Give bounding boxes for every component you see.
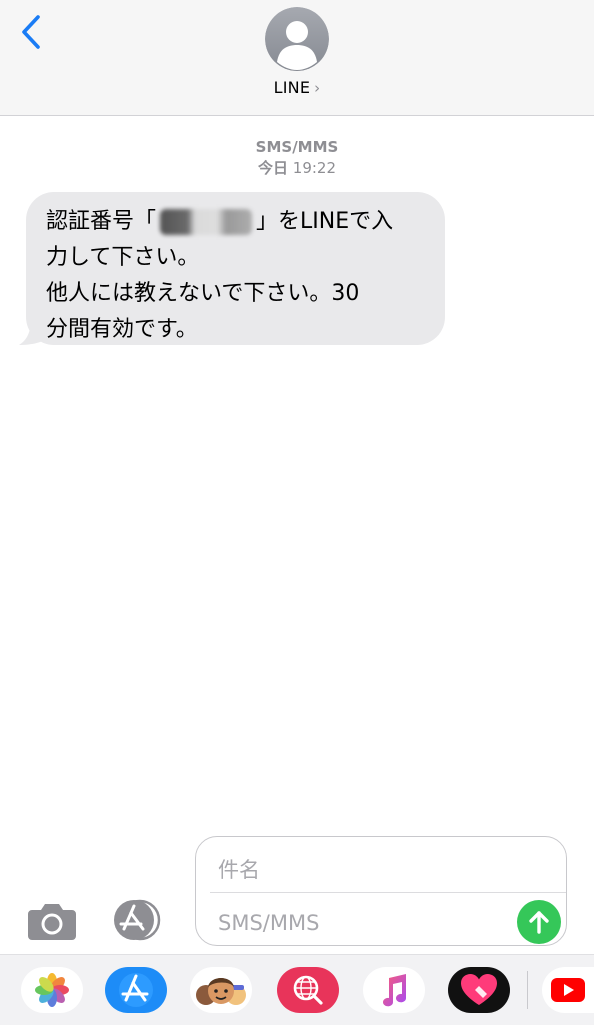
- message-composer: [195, 836, 567, 946]
- chevron-right-icon: ›: [314, 79, 321, 97]
- app-store-icon: [105, 967, 167, 1013]
- contact-name-button[interactable]: LINE ›: [0, 78, 594, 97]
- incoming-message-bubble[interactable]: 認証番号「 」をLINEで入 力して下さい。 他人には教えないで下さい。30 分間…: [26, 192, 445, 345]
- app-search[interactable]: [277, 967, 339, 1013]
- imessage-app-drawer: [0, 954, 594, 1025]
- send-arrow-up-icon: [529, 911, 549, 934]
- redacted-code: [160, 209, 253, 235]
- chevron-left-icon: [22, 15, 40, 49]
- conversation-header: LINE ›: [0, 0, 594, 116]
- back-button[interactable]: [16, 12, 46, 52]
- message-line: 力して下さい。: [46, 245, 200, 270]
- timestamp: 今日 19:22: [0, 157, 594, 178]
- app-memoji[interactable]: [190, 967, 252, 1013]
- app-strip-divider: [527, 971, 528, 1009]
- search-globe-icon: [277, 967, 339, 1013]
- contact-avatar[interactable]: [265, 7, 329, 71]
- camera-icon: [28, 904, 76, 940]
- heart-app-icon: [461, 974, 497, 1005]
- memoji-icon: [196, 978, 246, 1005]
- person-silhouette-icon: [265, 7, 329, 71]
- app-app-store[interactable]: [105, 967, 167, 1013]
- day-label: 今日: [257, 159, 288, 177]
- message-input[interactable]: [216, 903, 510, 943]
- app-heart[interactable]: [448, 967, 510, 1013]
- app-store-icon: [114, 899, 161, 941]
- app-photos[interactable]: [21, 967, 83, 1013]
- service-label: SMS/MMS: [255, 138, 339, 156]
- photos-icon: [35, 973, 69, 1007]
- composer-divider: [210, 892, 566, 893]
- app-music[interactable]: [363, 967, 425, 1013]
- youtube-icon: [551, 978, 585, 1002]
- app-youtube[interactable]: [542, 967, 594, 1013]
- message-line: 分間有効です。: [46, 317, 198, 342]
- subject-field[interactable]: [216, 849, 550, 891]
- time-label: 19:22: [292, 159, 337, 177]
- send-button[interactable]: [517, 900, 561, 944]
- camera-button[interactable]: [26, 898, 78, 942]
- message-line: 他人には教えないで下さい。30: [46, 281, 360, 306]
- contact-name: LINE: [273, 78, 311, 97]
- app-store-button[interactable]: [110, 898, 168, 942]
- music-icon: [383, 974, 407, 1007]
- message-line: 認証番号「 」をLINEで入: [46, 209, 394, 235]
